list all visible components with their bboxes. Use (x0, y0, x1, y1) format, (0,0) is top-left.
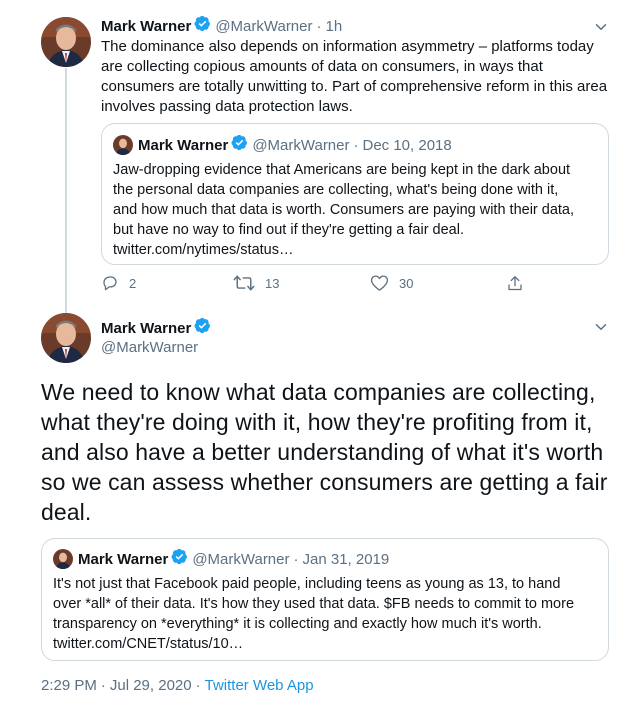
quote-text: It's not just that Facebook paid people,… (53, 576, 575, 652)
avatar[interactable] (41, 313, 91, 363)
verified-badge-icon (231, 134, 248, 156)
quote-avatar (53, 549, 73, 569)
chevron-down-icon[interactable] (592, 318, 610, 336)
quoted-tweet-card[interactable]: Mark Warner @MarkWarner · Jan 31, 2019 I… (41, 538, 609, 661)
tweet-time[interactable]: 2:29 PM (41, 677, 97, 694)
quote-author-handle: @MarkWarner (252, 136, 350, 154)
quote-header: Mark Warner @MarkWarner · Dec 10, 2018 (138, 134, 452, 156)
quote-header: Mark Warner @MarkWarner · Jan 31, 2019 (78, 548, 390, 570)
quoted-tweet-card[interactable]: Mark Warner @MarkWarner · Dec 10, 2018 J… (101, 123, 609, 265)
author-name[interactable]: Mark Warner (101, 18, 191, 35)
quote-date: Dec 10, 2018 (362, 136, 452, 154)
author-handle[interactable]: @MarkWarner (215, 18, 312, 35)
tweet-header: Mark Warner @MarkWarner · 1h (101, 15, 343, 37)
quote-avatar (113, 135, 133, 155)
verified-badge-icon (194, 317, 211, 339)
avatar[interactable] (41, 17, 91, 67)
retweet-icon (233, 275, 255, 291)
share-button[interactable] (506, 274, 534, 293)
quote-author-name: Mark Warner (138, 136, 229, 154)
chevron-down-icon[interactable] (592, 18, 610, 36)
tweet-metadata: 2:29 PM · Jul 29, 2020 · Twitter Web App (41, 677, 314, 694)
retweet-button[interactable]: 13 (233, 274, 279, 292)
like-icon (370, 275, 389, 291)
share-icon (508, 276, 522, 291)
quote-text: Jaw-dropping evidence that Americans are… (113, 162, 575, 258)
verified-badge-icon (171, 548, 188, 570)
quote-date: Jan 31, 2019 (302, 550, 390, 568)
like-button[interactable]: 30 (370, 274, 413, 292)
quote-author-handle: @MarkWarner (192, 550, 290, 568)
tweet-text: We need to know what data companies are … (41, 379, 608, 525)
like-count: 30 (399, 275, 414, 291)
dot-separator: · (293, 550, 299, 568)
dot-separator: · (100, 677, 106, 694)
verified-badge-icon (194, 15, 211, 37)
dot-separator: · (316, 17, 322, 35)
tweet-header: Mark Warner (101, 317, 211, 339)
quote-author-name: Mark Warner (78, 550, 169, 568)
dot-separator: · (195, 677, 201, 694)
reply-count: 2 (129, 275, 137, 291)
dot-separator: · (353, 136, 359, 154)
tweet-source-link[interactable]: Twitter Web App (205, 677, 314, 694)
thread-connector-line (65, 68, 67, 313)
tweet-text: The dominance also depends on informatio… (101, 38, 608, 115)
author-name[interactable]: Mark Warner (101, 320, 191, 337)
reply-icon (103, 276, 117, 291)
author-handle[interactable]: @MarkWarner (101, 339, 198, 356)
tweet-date[interactable]: Jul 29, 2020 (110, 677, 192, 694)
retweet-count: 13 (265, 275, 280, 291)
reply-button[interactable]: 2 (101, 274, 136, 292)
tweet-time[interactable]: 1h (326, 18, 343, 35)
